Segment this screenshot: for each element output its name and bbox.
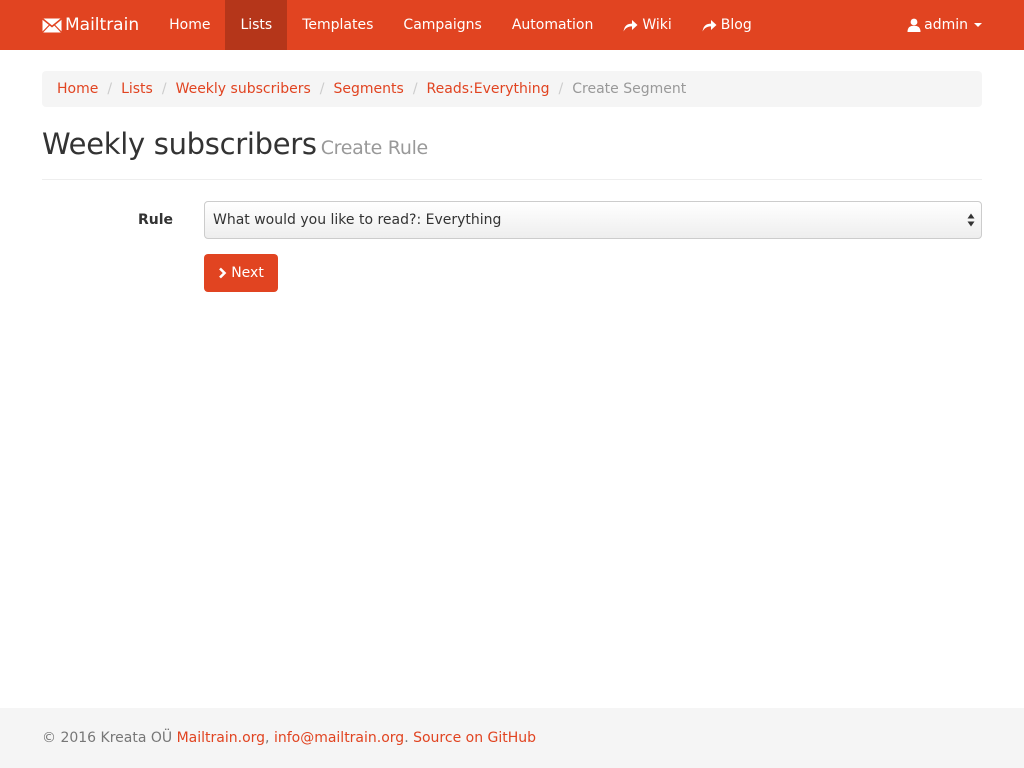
nav-templates[interactable]: Templates	[287, 0, 388, 50]
breadcrumb-separator: /	[107, 81, 113, 97]
page-title-text: Weekly subscribers	[42, 127, 317, 161]
footer-site-link[interactable]: Mailtrain.org	[177, 730, 265, 746]
main-nav: Home Lists Templates Campaigns Automatio…	[154, 0, 767, 50]
breadcrumb-separator: /	[412, 81, 418, 97]
footer-copyright: © 2016 Kreata OÜ	[42, 730, 173, 746]
nav-blog-label: Blog	[720, 17, 752, 33]
footer-github-link[interactable]: Source on GitHub	[413, 730, 536, 746]
footer-email-link[interactable]: info@mailtrain.org	[274, 730, 404, 746]
user-menu[interactable]: admin	[907, 0, 982, 50]
breadcrumb-list[interactable]: Weekly subscribers	[176, 81, 311, 97]
top-navbar: Mailtrain Home Lists Templates Campaigns…	[0, 0, 1024, 50]
rule-select[interactable]: What would you like to read?: Everything	[204, 201, 982, 239]
next-button-label: Next	[231, 265, 264, 281]
footer-comma: ,	[265, 730, 274, 746]
footer-period: .	[404, 730, 414, 746]
breadcrumb-separator: /	[558, 81, 564, 97]
page-subtitle: Create Rule	[320, 137, 429, 159]
breadcrumb: Home / Lists / Weekly subscribers / Segm…	[42, 71, 982, 107]
select-arrows-icon	[967, 213, 975, 227]
breadcrumb-lists[interactable]: Lists	[121, 81, 153, 97]
rule-form-row: Rule What would you like to read?: Every…	[42, 201, 982, 239]
brand-link[interactable]: Mailtrain	[42, 0, 139, 50]
user-icon	[907, 18, 921, 32]
breadcrumb-home[interactable]: Home	[57, 81, 98, 97]
breadcrumb-segment[interactable]: Reads:Everything	[427, 81, 550, 97]
nav-automation[interactable]: Automation	[497, 0, 609, 50]
nav-home-label: Home	[169, 17, 211, 33]
rule-label: Rule	[137, 212, 173, 228]
next-button[interactable]: Next	[204, 254, 278, 292]
caret-down-icon	[974, 23, 982, 27]
envelope-icon	[42, 17, 62, 33]
share-arrow-icon	[702, 19, 717, 31]
breadcrumb-current: Create Segment	[572, 81, 687, 97]
breadcrumb-separator: /	[319, 81, 325, 97]
brand-name: Mailtrain	[65, 15, 140, 35]
footer: © 2016 Kreata OÜ Mailtrain.org, info@mai…	[0, 708, 1024, 768]
nav-lists-label: Lists	[240, 17, 273, 33]
breadcrumb-separator: /	[161, 81, 167, 97]
nav-wiki[interactable]: Wiki	[608, 0, 686, 50]
nav-blog[interactable]: Blog	[687, 0, 767, 50]
user-name: admin	[924, 17, 968, 33]
chevron-right-icon	[219, 267, 227, 279]
breadcrumb-segments[interactable]: Segments	[334, 81, 404, 97]
nav-lists[interactable]: Lists	[225, 0, 288, 50]
rule-select-value: What would you like to read?: Everything	[213, 212, 502, 228]
nav-automation-label: Automation	[511, 17, 594, 33]
nav-templates-label: Templates	[302, 17, 374, 33]
nav-campaigns[interactable]: Campaigns	[388, 0, 496, 50]
page-header: Weekly subscribers Create Rule	[42, 124, 982, 180]
page-title: Weekly subscribers Create Rule	[42, 124, 982, 168]
nav-home[interactable]: Home	[154, 0, 225, 50]
share-arrow-icon	[623, 19, 638, 31]
nav-wiki-label: Wiki	[642, 17, 672, 33]
nav-campaigns-label: Campaigns	[403, 17, 482, 33]
